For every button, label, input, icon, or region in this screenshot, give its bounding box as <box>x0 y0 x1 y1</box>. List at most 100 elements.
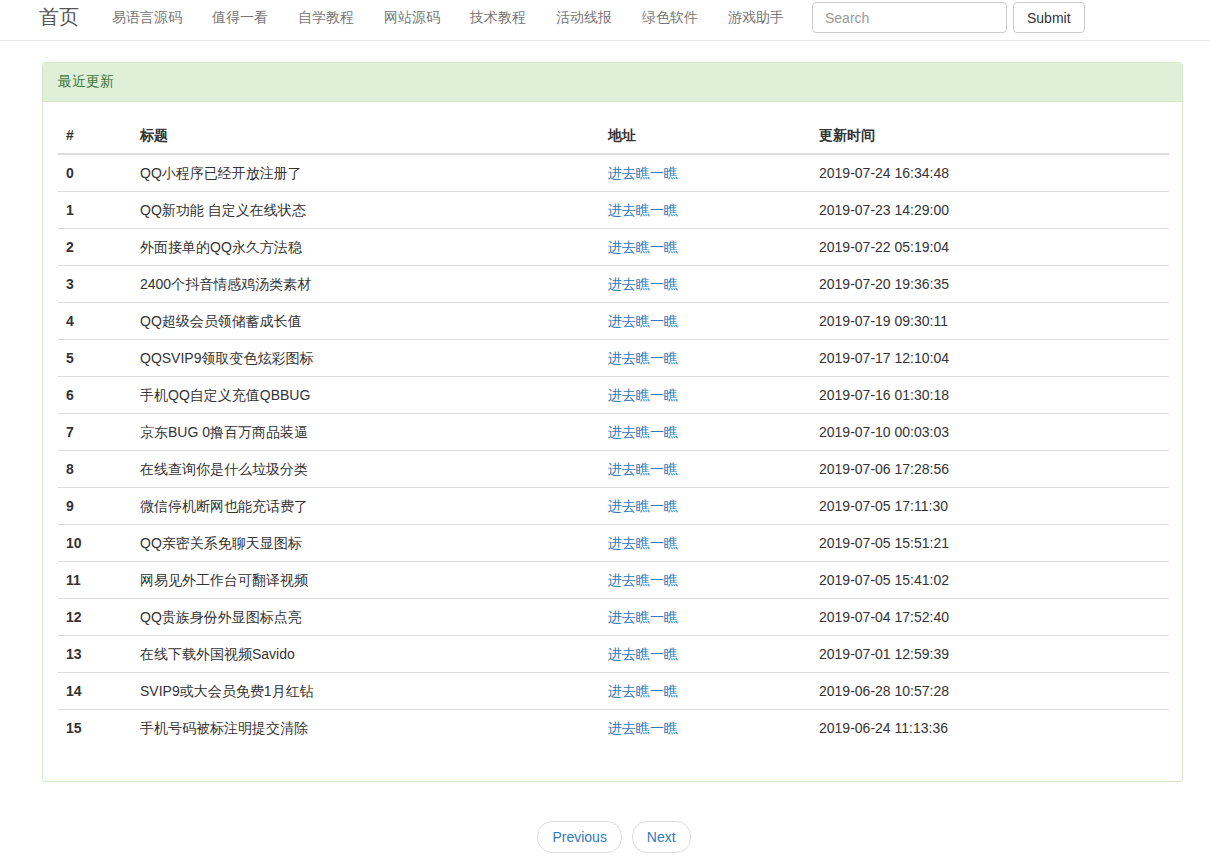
row-title: 手机号码被标注明提交清除 <box>132 710 600 747</box>
row-time: 2019-07-05 15:41:02 <box>811 562 1169 599</box>
row-time: 2019-07-22 05:19:04 <box>811 229 1169 266</box>
row-link-cell: 进去瞧一瞧 <box>600 229 811 266</box>
table-row: 15手机号码被标注明提交清除进去瞧一瞧 2019-06-24 11:13:36 <box>58 710 1169 747</box>
table-row: 12QQ贵族身份外显图标点亮进去瞧一瞧 2019-07-04 17:52:40 <box>58 599 1169 636</box>
recent-updates-panel: 最近更新 # 标题 地址 更新时间 0QQ小程序已经开放注册了进去瞧一瞧2019… <box>42 62 1183 782</box>
row-link-cell: 进去瞧一瞧 <box>600 636 811 673</box>
visit-link[interactable]: 进去瞧一瞧 <box>608 350 678 366</box>
row-index: 13 <box>58 636 132 673</box>
search-input[interactable] <box>812 2 1007 33</box>
row-link-cell: 进去瞧一瞧 <box>600 451 811 488</box>
table-header-row: # 标题 地址 更新时间 <box>58 117 1169 154</box>
nav-brand-home[interactable]: 首页 <box>39 4 79 31</box>
nav-item-3[interactable]: 自学教程 <box>283 9 369 27</box>
row-link-cell: 进去瞧一瞧 <box>600 192 811 229</box>
visit-link[interactable]: 进去瞧一瞧 <box>608 461 678 477</box>
visit-link[interactable]: 进去瞧一瞧 <box>608 239 678 255</box>
nav-item-4[interactable]: 网站源码 <box>369 9 455 27</box>
row-link-cell: 进去瞧一瞧 <box>600 525 811 562</box>
row-time: 2019-06-24 11:13:36 <box>811 710 1169 747</box>
visit-link[interactable]: 进去瞧一瞧 <box>608 387 678 403</box>
visit-link[interactable]: 进去瞧一瞧 <box>608 165 678 181</box>
visit-link[interactable]: 进去瞧一瞧 <box>608 313 678 329</box>
row-time: 2019-07-10 00:03:03 <box>811 414 1169 451</box>
table-row: 4QQ超级会员领储蓄成长值进去瞧一瞧2019-07-19 09:30:11 <box>58 303 1169 340</box>
row-index: 4 <box>58 303 132 340</box>
visit-link[interactable]: 进去瞧一瞧 <box>608 646 678 662</box>
row-title: QQSVIP9领取变色炫彩图标 <box>132 340 600 377</box>
next-button[interactable]: Next <box>632 821 691 853</box>
row-time: 2019-07-05 15:51:21 <box>811 525 1169 562</box>
panel-title: 最近更新 <box>43 63 1182 102</box>
row-title: 外面接单的QQ永久方法稳 <box>132 229 600 266</box>
row-time: 2019-07-23 14:29:00 <box>811 192 1169 229</box>
row-time: 2019-07-05 17:11:30 <box>811 488 1169 525</box>
nav-item-5[interactable]: 技术教程 <box>455 9 541 27</box>
nav-item-6[interactable]: 活动线报 <box>541 9 627 27</box>
table-row: 7京东BUG 0撸百万商品装逼进去瞧一瞧2019-07-10 00:03:03 <box>58 414 1169 451</box>
submit-button[interactable]: Submit <box>1013 2 1085 33</box>
visit-link[interactable]: 进去瞧一瞧 <box>608 720 678 736</box>
nav-item-8[interactable]: 游戏助手 <box>713 9 799 27</box>
row-time: 2019-07-01 12:59:39 <box>811 636 1169 673</box>
table-row: 6手机QQ自定义充值QBBUG进去瞧一瞧2019-07-16 01:30:18 <box>58 377 1169 414</box>
row-link-cell: 进去瞧一瞧 <box>600 488 811 525</box>
pager: Previous Next <box>0 821 1210 853</box>
row-time: 2019-07-16 01:30:18 <box>811 377 1169 414</box>
row-time: 2019-07-04 17:52:40 <box>811 599 1169 636</box>
row-index: 10 <box>58 525 132 562</box>
row-link-cell: 进去瞧一瞧 <box>600 710 811 747</box>
nav-item-7[interactable]: 绿色软件 <box>627 9 713 27</box>
row-index: 9 <box>58 488 132 525</box>
row-title: SVIP9或大会员免费1月红钻 <box>132 673 600 710</box>
row-link-cell: 进去瞧一瞧 <box>600 340 811 377</box>
nav-item-2[interactable]: 值得一看 <box>197 9 283 27</box>
visit-link[interactable]: 进去瞧一瞧 <box>608 498 678 514</box>
row-title: QQ超级会员领储蓄成长值 <box>132 303 600 340</box>
row-link-cell: 进去瞧一瞧 <box>600 303 811 340</box>
visit-link[interactable]: 进去瞧一瞧 <box>608 683 678 699</box>
row-index: 14 <box>58 673 132 710</box>
visit-link[interactable]: 进去瞧一瞧 <box>608 535 678 551</box>
visit-link[interactable]: 进去瞧一瞧 <box>608 202 678 218</box>
row-link-cell: 进去瞧一瞧 <box>600 673 811 710</box>
row-link-cell: 进去瞧一瞧 <box>600 266 811 303</box>
row-time: 2019-07-17 12:10:04 <box>811 340 1169 377</box>
visit-link[interactable]: 进去瞧一瞧 <box>608 424 678 440</box>
col-header-time: 更新时间 <box>811 117 1169 154</box>
row-index: 1 <box>58 192 132 229</box>
table-row: 5QQSVIP9领取变色炫彩图标进去瞧一瞧2019-07-17 12:10:04 <box>58 340 1169 377</box>
table-row: 10QQ亲密关系免聊天显图标进去瞧一瞧 2019-07-05 15:51:21 <box>58 525 1169 562</box>
row-title: 微信停机断网也能充话费了 <box>132 488 600 525</box>
row-link-cell: 进去瞧一瞧 <box>600 154 811 192</box>
row-index: 12 <box>58 599 132 636</box>
row-title: QQ亲密关系免聊天显图标 <box>132 525 600 562</box>
row-time: 2019-07-20 19:36:35 <box>811 266 1169 303</box>
visit-link[interactable]: 进去瞧一瞧 <box>608 572 678 588</box>
col-header-index: # <box>58 117 132 154</box>
row-title: QQ小程序已经开放注册了 <box>132 154 600 192</box>
table-row: 9微信停机断网也能充话费了进去瞧一瞧 2019-07-05 17:11:30 <box>58 488 1169 525</box>
nav-item-1[interactable]: 易语言源码 <box>97 9 197 27</box>
row-link-cell: 进去瞧一瞧 <box>600 377 811 414</box>
table-row: 2外面接单的QQ永久方法稳进去瞧一瞧 2019-07-22 05:19:04 <box>58 229 1169 266</box>
previous-button[interactable]: Previous <box>537 821 621 853</box>
table-row: 14SVIP9或大会员免费1月红钻进去瞧一瞧 2019-06-28 10:57:2… <box>58 673 1169 710</box>
table-row: 0QQ小程序已经开放注册了进去瞧一瞧2019-07-24 16:34:48 <box>58 154 1169 192</box>
visit-link[interactable]: 进去瞧一瞧 <box>608 609 678 625</box>
row-time: 2019-07-06 17:28:56 <box>811 451 1169 488</box>
search-form: Submit <box>812 2 1085 33</box>
row-time: 2019-06-28 10:57:28 <box>811 673 1169 710</box>
table-row: 32400个抖音情感鸡汤类素材进去瞧一瞧 2019-07-20 19:36:35 <box>58 266 1169 303</box>
row-title: QQ贵族身份外显图标点亮 <box>132 599 600 636</box>
row-title: 京东BUG 0撸百万商品装逼 <box>132 414 600 451</box>
row-title: 2400个抖音情感鸡汤类素材 <box>132 266 600 303</box>
panel-body: # 标题 地址 更新时间 0QQ小程序已经开放注册了进去瞧一瞧2019-07-2… <box>43 102 1182 781</box>
row-index: 2 <box>58 229 132 266</box>
col-header-link: 地址 <box>600 117 811 154</box>
row-index: 0 <box>58 154 132 192</box>
row-index: 15 <box>58 710 132 747</box>
row-index: 3 <box>58 266 132 303</box>
row-link-cell: 进去瞧一瞧 <box>600 562 811 599</box>
visit-link[interactable]: 进去瞧一瞧 <box>608 276 678 292</box>
